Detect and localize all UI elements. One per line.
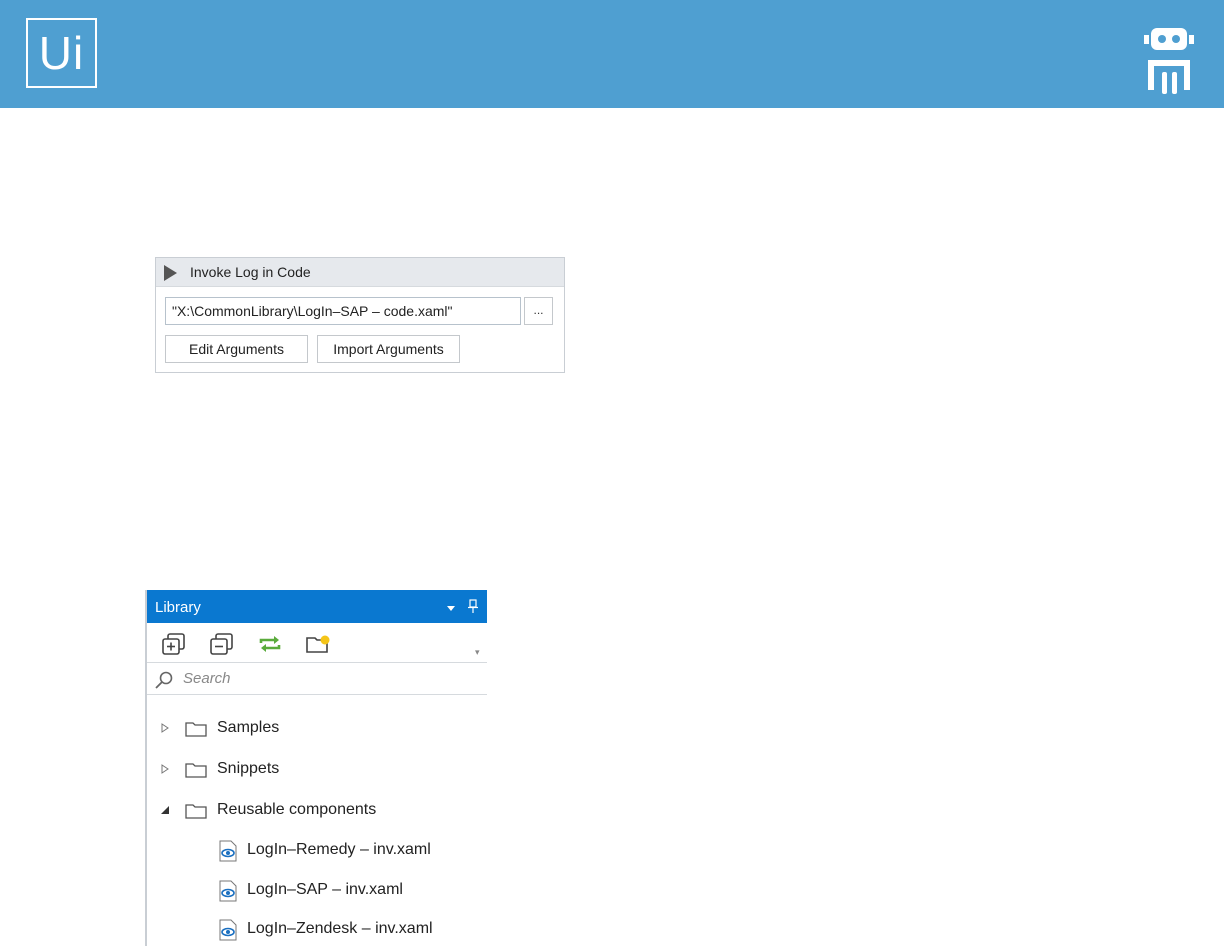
workflow-path-field[interactable]: "X:\CommonLibrary\LogIn–SAP – code.xaml"	[165, 297, 521, 325]
browse-button[interactable]: ...	[524, 297, 553, 325]
search-box[interactable]: Search	[147, 663, 487, 695]
library-title: Library	[155, 599, 201, 616]
tree-item-file[interactable]: LogIn–Remedy – inv.xaml	[147, 834, 487, 864]
xaml-file-icon	[219, 880, 237, 902]
uipath-logo: Ui	[26, 18, 97, 88]
activity-header[interactable]: Invoke Log in Code	[156, 258, 564, 287]
tree-item-reusable-components[interactable]: Reusable components	[147, 794, 487, 824]
tree-item-samples[interactable]: Samples	[147, 712, 487, 742]
tree-label: Samples	[217, 719, 280, 736]
library-toolbar: ▾	[147, 623, 487, 663]
xaml-file-icon	[219, 840, 237, 862]
tree-label: LogIn–Zendesk – inv.xaml	[247, 920, 433, 937]
tree-item-file[interactable]: LogIn–Zendesk – inv.xaml	[147, 913, 487, 943]
tree-label: Reusable components	[217, 801, 377, 818]
search-input[interactable]: Search	[183, 670, 231, 687]
tree-label: LogIn–SAP – inv.xaml	[247, 881, 403, 898]
play-icon	[164, 265, 177, 281]
collapse-all-icon[interactable]	[209, 632, 235, 656]
edit-arguments-button[interactable]: Edit Arguments	[165, 335, 308, 363]
expand-arrow-icon[interactable]	[161, 764, 169, 774]
header-banner: Ui	[0, 0, 1224, 108]
panel-menu-icon[interactable]	[447, 606, 455, 611]
collapse-arrow-icon[interactable]	[160, 805, 170, 815]
invoke-workflow-activity[interactable]: Invoke Log in Code "X:\CommonLibrary\Log…	[155, 257, 565, 373]
refresh-icon[interactable]	[257, 632, 283, 656]
new-folder-icon[interactable]	[305, 632, 331, 656]
import-arguments-button[interactable]: Import Arguments	[317, 335, 460, 363]
toolbar-overflow-icon[interactable]: ▾	[475, 647, 480, 658]
robot-icon	[1144, 28, 1194, 94]
expand-arrow-icon[interactable]	[161, 723, 169, 733]
folder-icon	[185, 804, 207, 819]
expand-all-icon[interactable]	[161, 632, 187, 656]
pin-icon[interactable]	[468, 599, 478, 613]
tree-label: Snippets	[217, 760, 280, 777]
tree-label: LogIn–Remedy – inv.xaml	[247, 841, 431, 858]
logo-text: Ui	[38, 27, 85, 79]
library-titlebar: Library	[147, 590, 487, 623]
tree-item-snippets[interactable]: Snippets	[147, 753, 487, 783]
search-icon	[155, 671, 173, 689]
folder-icon	[185, 763, 207, 778]
tree-item-file[interactable]: LogIn–SAP – inv.xaml	[147, 874, 487, 904]
folder-icon	[185, 722, 207, 737]
library-panel: Library ▾ Search Samples Snippets Reusab…	[145, 590, 487, 946]
xaml-file-icon	[219, 919, 237, 941]
activity-title: Invoke Log in Code	[190, 264, 311, 280]
